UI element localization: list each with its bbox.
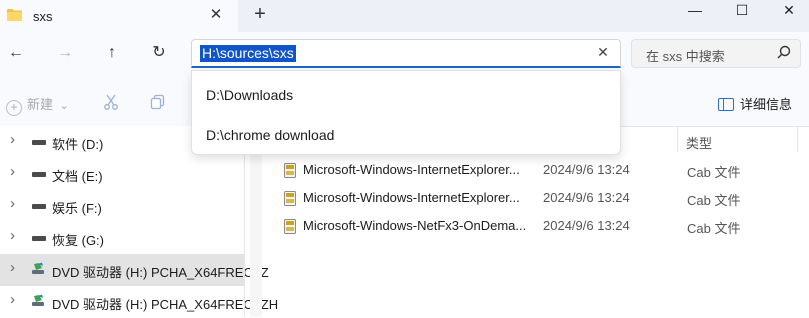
drive-icon [32,204,46,209]
cab-file-icon [284,191,296,206]
address-suggestions: D:\Downloads D:\chrome download [191,70,621,155]
file-row[interactable]: Microsoft-Windows-InternetExplorer... 202… [280,157,809,185]
file-date: 2024/9/6 13:24 [543,190,630,205]
new-button[interactable]: + 新建 ⌄ [6,94,69,116]
chevron-right-icon[interactable]: › [10,163,15,180]
file-row[interactable]: Microsoft-Windows-NetFx3-OnDema... 2024/9… [280,213,809,241]
drive-icon [32,172,46,177]
clear-address-icon[interactable]: ✕ [594,44,612,61]
chevron-right-icon[interactable]: › [10,291,15,308]
address-bar[interactable]: H:\sources\sxs ✕ [191,39,621,68]
close-window-button[interactable]: ✕ [770,0,808,24]
cut-icon[interactable] [103,94,119,110]
up-button[interactable]: ↑ [102,43,122,63]
tree-item[interactable]: › DVD 驱动器 (H:) PCHA_X64FREO_ZH [0,286,278,318]
tab-sxs[interactable]: sxs ✕ [0,0,238,32]
file-type: Cab 文件 [687,165,741,180]
drive-icon [32,140,46,145]
column-divider[interactable] [677,126,678,152]
plus-icon: + [6,100,22,116]
tree-item-label: 软件 (D:) [52,137,104,152]
chevron-right-icon[interactable]: › [10,227,15,244]
refresh-button[interactable]: ↻ [149,43,169,63]
file-type: Cab 文件 [687,221,741,236]
maximize-button[interactable]: ☐ [723,0,761,24]
suggestion-item[interactable]: D:\Downloads [206,87,293,103]
drive-icon [32,236,46,241]
close-tab-icon[interactable]: ✕ [207,6,225,24]
search-input[interactable]: 在 sxs 中搜索 [646,46,725,65]
tree-item[interactable]: › 娱乐 (F:) [0,190,244,222]
file-name: Microsoft-Windows-InternetExplorer... [303,162,520,177]
tree-item-label: 恢复 (G:) [52,233,104,248]
dvd-drive-icon [32,294,44,306]
details-label: 详细信息 [740,97,793,112]
chevron-right-icon[interactable]: › [10,195,15,212]
file-name: Microsoft-Windows-InternetExplorer... [303,190,520,205]
file-name: Microsoft-Windows-NetFx3-OnDema... [303,218,527,233]
new-tab-button[interactable]: + [251,4,269,24]
search-box[interactable]: 在 sxs 中搜索 [631,39,801,68]
new-label: 新建 [27,97,54,112]
search-icon[interactable] [776,44,792,60]
minimize-button[interactable]: — [676,0,714,24]
copy-icon[interactable] [150,94,166,110]
column-header-type[interactable]: 类型 [686,133,712,152]
tree-item[interactable]: › 文档 (E:) [0,158,244,190]
details-button[interactable]: 详细信息 [718,94,792,113]
tree-item[interactable]: › 恢复 (G:) [0,222,244,254]
file-date: 2024/9/6 13:24 [543,218,630,233]
chevron-right-icon[interactable]: › [10,259,15,276]
file-row[interactable]: Microsoft-Windows-InternetExplorer... 202… [280,185,809,213]
file-date: 2024/9/6 13:24 [543,162,630,177]
forward-button[interactable]: → [55,43,75,63]
dvd-drive-icon [32,262,44,274]
suggestion-item[interactable]: D:\chrome download [206,127,334,143]
file-type: Cab 文件 [687,193,741,208]
tree-item-label: 文档 (E:) [52,169,103,184]
cab-file-icon [284,219,296,234]
column-divider[interactable] [797,126,798,152]
tree-item-label: 娱乐 (F:) [52,201,102,216]
back-button[interactable]: ← [6,43,26,63]
folder-icon [7,9,22,21]
chevron-right-icon[interactable]: › [10,131,15,148]
chevron-down-icon: ⌄ [59,100,69,112]
tab-title: sxs [33,9,53,24]
tree-item-label: DVD 驱动器 (H:) PCHA_X64FREO_Z [52,265,269,280]
address-input[interactable]: H:\sources\sxs [200,45,296,62]
cab-file-icon [284,163,296,178]
details-pane-icon [718,98,734,111]
tree-item[interactable]: › DVD 驱动器 (H:) PCHA_X64FREO_Z [0,254,269,286]
